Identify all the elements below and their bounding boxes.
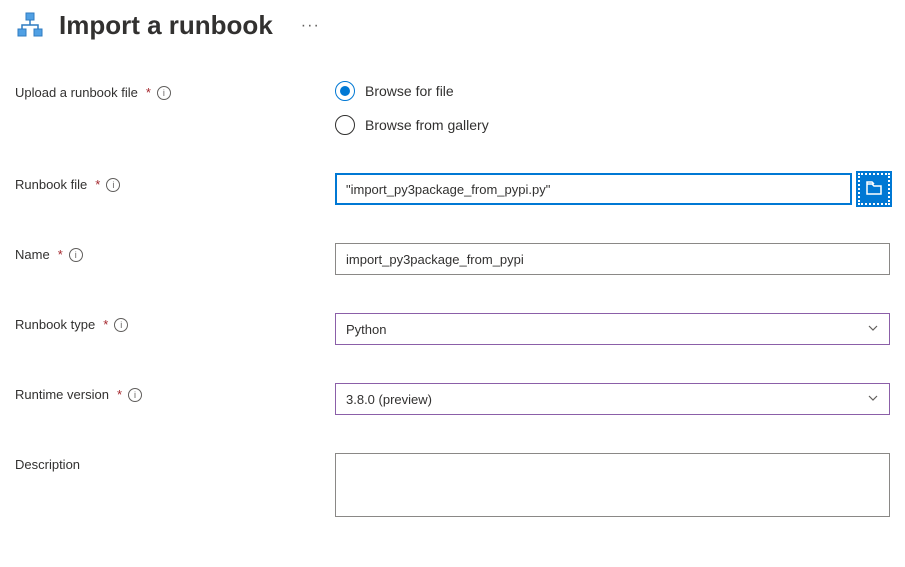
- description-row: Description: [15, 453, 890, 520]
- info-icon[interactable]: i: [157, 86, 171, 100]
- required-marker: *: [95, 177, 100, 192]
- runbook-file-row: Runbook file * i: [15, 173, 890, 205]
- upload-source-label: Upload a runbook file * i: [15, 81, 335, 100]
- select-value: Python: [346, 322, 386, 337]
- runbook-type-label: Runbook type * i: [15, 313, 335, 332]
- runtime-version-label: Runtime version * i: [15, 383, 335, 402]
- label-text: Runbook type: [15, 317, 95, 332]
- runbook-file-input[interactable]: [335, 173, 852, 205]
- info-icon[interactable]: i: [114, 318, 128, 332]
- label-text: Name: [15, 247, 50, 262]
- description-textarea[interactable]: [335, 453, 890, 517]
- required-marker: *: [103, 317, 108, 332]
- info-icon[interactable]: i: [106, 178, 120, 192]
- folder-icon: [866, 181, 882, 198]
- page-title: Import a runbook: [59, 10, 273, 41]
- name-row: Name * i: [15, 243, 890, 275]
- info-icon[interactable]: i: [128, 388, 142, 402]
- chevron-down-icon: [867, 322, 879, 337]
- description-label: Description: [15, 453, 335, 472]
- runbook-type-select[interactable]: Python: [335, 313, 890, 345]
- more-actions-button[interactable]: ···: [293, 17, 328, 35]
- browse-from-gallery-radio[interactable]: Browse from gallery: [335, 115, 890, 135]
- chevron-down-icon: [867, 392, 879, 407]
- page-header: Import a runbook ···: [15, 10, 890, 41]
- radio-label: Browse for file: [365, 83, 454, 99]
- runtime-version-select[interactable]: 3.8.0 (preview): [335, 383, 890, 415]
- required-marker: *: [117, 387, 122, 402]
- radio-circle-icon: [335, 115, 355, 135]
- required-marker: *: [58, 247, 63, 262]
- label-text: Runbook file: [15, 177, 87, 192]
- runtime-version-row: Runtime version * i 3.8.0 (preview): [15, 383, 890, 415]
- label-text: Upload a runbook file: [15, 85, 138, 100]
- browse-file-button[interactable]: [858, 173, 890, 205]
- required-marker: *: [146, 85, 151, 100]
- select-value: 3.8.0 (preview): [346, 392, 432, 407]
- runbook-file-label: Runbook file * i: [15, 173, 335, 192]
- label-text: Description: [15, 457, 80, 472]
- name-label: Name * i: [15, 243, 335, 262]
- upload-source-radio-group: Browse for file Browse from gallery: [335, 81, 890, 135]
- label-text: Runtime version: [15, 387, 109, 402]
- name-input[interactable]: [335, 243, 890, 275]
- runbook-icon: [15, 11, 45, 41]
- runbook-type-row: Runbook type * i Python: [15, 313, 890, 345]
- radio-label: Browse from gallery: [365, 117, 489, 133]
- upload-source-row: Upload a runbook file * i Browse for fil…: [15, 81, 890, 135]
- radio-circle-icon: [335, 81, 355, 101]
- info-icon[interactable]: i: [69, 248, 83, 262]
- browse-for-file-radio[interactable]: Browse for file: [335, 81, 890, 101]
